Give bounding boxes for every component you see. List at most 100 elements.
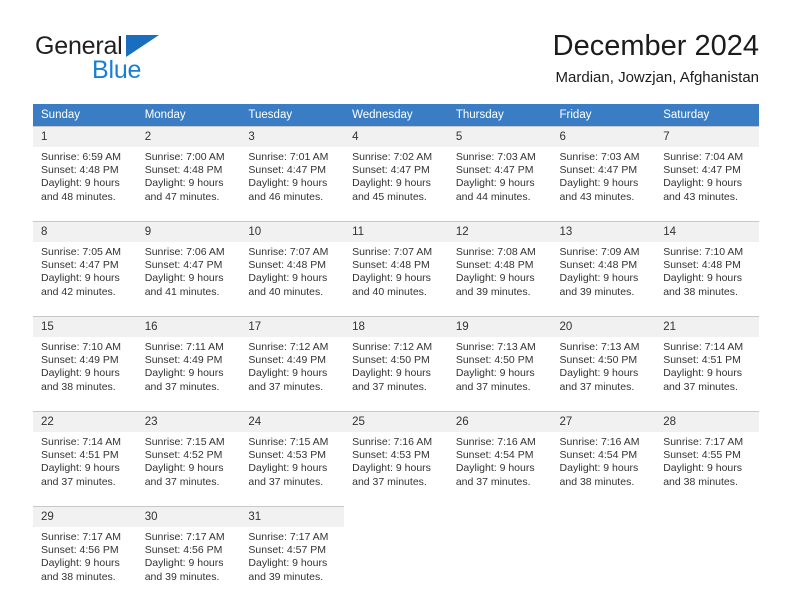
day-number: 24 <box>240 412 345 432</box>
daylight-text-line2: and 38 minutes. <box>41 380 116 393</box>
calendar-cell: 19 Sunrise: 7:13 AM Sunset: 4:50 PM Dayligh… <box>447 316 552 400</box>
daylight-text-line1: Daylight: 9 hours <box>663 367 743 380</box>
daylight-text-line2: and 37 minutes. <box>248 475 324 488</box>
day-cell[interactable]: 21 Sunrise: 7:14 AM Sunset: 4:51 PM Dayligh… <box>655 316 759 400</box>
sunrise-text: Sunrise: 7:10 AM <box>41 341 121 353</box>
day-cell[interactable]: 4 Sunrise: 7:02 AM Sunset: 4:47 PM Daylight… <box>344 126 448 210</box>
day-cell-empty <box>551 506 656 590</box>
weekday-header-sunday: Sunday <box>33 104 137 126</box>
day-cell[interactable]: 20 Sunrise: 7:13 AM Sunset: 4:50 PM Dayligh… <box>551 316 656 400</box>
calendar-cell: 30 Sunrise: 7:17 AM Sunset: 4:56 PM Dayligh… <box>136 506 241 590</box>
calendar-cell: 12 Sunrise: 7:08 AM Sunset: 4:48 PM Dayligh… <box>447 221 552 305</box>
daylight-text-line1: Daylight: 9 hours <box>663 462 743 475</box>
weekday-header-row: Sunday Monday Tuesday Wednesday Thursday… <box>33 104 759 126</box>
day-cell[interactable]: 19 Sunrise: 7:13 AM Sunset: 4:50 PM Dayligh… <box>447 316 552 400</box>
calendar-week-row: 15 Sunrise: 7:10 AM Sunset: 4:49 PM Dayligh… <box>33 316 759 400</box>
day-details: Sunrise: 7:16 AM Sunset: 4:53 PM Daylight:… <box>344 432 448 489</box>
day-cell[interactable]: 15 Sunrise: 7:10 AM Sunset: 4:49 PM Dayligh… <box>33 316 137 400</box>
day-number: 19 <box>447 317 552 337</box>
day-cell[interactable]: 9 Sunrise: 7:06 AM Sunset: 4:47 PM Daylight… <box>136 221 241 305</box>
sunset-text: Sunset: 4:48 PM <box>144 164 223 177</box>
calendar-cell: 11 Sunrise: 7:07 AM Sunset: 4:48 PM Dayligh… <box>344 221 448 305</box>
day-cell-empty <box>655 506 759 590</box>
day-cell[interactable]: 1 Sunrise: 6:59 AM Sunset: 4:48 PM Daylight… <box>33 126 137 210</box>
day-cell[interactable]: 28 Sunrise: 7:17 AM Sunset: 4:55 PM Dayligh… <box>655 411 759 495</box>
daylight-text-line2: and 37 minutes. <box>352 475 427 488</box>
day-cell[interactable]: 25 Sunrise: 7:16 AM Sunset: 4:53 PM Dayligh… <box>344 411 448 495</box>
day-details: Sunrise: 7:11 AM Sunset: 4:49 PM Daylight:… <box>137 337 241 394</box>
sunrise-text: Sunrise: 7:12 AM <box>248 341 329 353</box>
day-details: Sunrise: 7:10 AM Sunset: 4:49 PM Daylight:… <box>33 337 137 394</box>
sunrise-text: Sunrise: 7:17 AM <box>663 436 744 448</box>
week-separator <box>33 305 759 316</box>
day-cell[interactable]: 23 Sunrise: 7:15 AM Sunset: 4:52 PM Dayligh… <box>136 411 241 495</box>
day-number: 10 <box>240 222 345 242</box>
day-details: Sunrise: 7:17 AM Sunset: 4:55 PM Daylight:… <box>655 432 759 489</box>
day-cell[interactable]: 24 Sunrise: 7:15 AM Sunset: 4:53 PM Dayligh… <box>240 411 345 495</box>
sunset-text: Sunset: 4:48 PM <box>663 259 741 272</box>
day-cell[interactable]: 7 Sunrise: 7:04 AM Sunset: 4:47 PM Daylight… <box>655 126 759 210</box>
day-number: 27 <box>551 412 656 432</box>
day-number <box>448 506 552 526</box>
day-cell[interactable]: 18 Sunrise: 7:12 AM Sunset: 4:50 PM Dayligh… <box>344 316 448 400</box>
daylight-text-line2: and 37 minutes. <box>455 475 531 488</box>
day-number: 17 <box>240 317 345 337</box>
day-cell[interactable]: 27 Sunrise: 7:16 AM Sunset: 4:54 PM Dayligh… <box>551 411 656 495</box>
day-details: Sunrise: 7:04 AM Sunset: 4:47 PM Daylight:… <box>655 147 759 204</box>
sunset-text: Sunset: 4:47 PM <box>352 164 430 177</box>
day-cell[interactable]: 8 Sunrise: 7:05 AM Sunset: 4:47 PM Daylight… <box>33 221 137 305</box>
daylight-text-line2: and 38 minutes. <box>41 570 116 583</box>
day-cell[interactable]: 29 Sunrise: 7:17 AM Sunset: 4:56 PM Dayligh… <box>33 506 137 590</box>
day-number: 8 <box>33 222 137 242</box>
day-cell[interactable]: 31 Sunrise: 7:17 AM Sunset: 4:57 PM Dayligh… <box>240 506 345 590</box>
day-cell[interactable]: 11 Sunrise: 7:07 AM Sunset: 4:48 PM Dayligh… <box>344 221 448 305</box>
daylight-text-line2: and 39 minutes. <box>559 285 635 298</box>
calendar-cell: 25 Sunrise: 7:16 AM Sunset: 4:53 PM Dayligh… <box>344 411 448 495</box>
day-details: Sunrise: 7:05 AM Sunset: 4:47 PM Daylight:… <box>33 242 137 299</box>
day-cell[interactable]: 10 Sunrise: 7:07 AM Sunset: 4:48 PM Dayligh… <box>240 221 345 305</box>
daylight-text-line1: Daylight: 9 hours <box>41 272 120 285</box>
calendar-cell: 7 Sunrise: 7:04 AM Sunset: 4:47 PM Daylight… <box>655 126 759 210</box>
day-cell[interactable]: 2 Sunrise: 7:00 AM Sunset: 4:48 PM Daylight… <box>136 126 241 210</box>
daylight-text-line1: Daylight: 9 hours <box>41 462 120 475</box>
day-number: 30 <box>136 507 241 527</box>
day-details: Sunrise: 7:03 AM Sunset: 4:47 PM Daylight:… <box>448 147 552 204</box>
sunrise-text: Sunrise: 7:14 AM <box>663 341 744 353</box>
daylight-text-line1: Daylight: 9 hours <box>144 462 224 475</box>
daylight-text-line2: and 37 minutes. <box>41 475 116 488</box>
day-details: Sunrise: 7:03 AM Sunset: 4:47 PM Daylight:… <box>552 147 656 204</box>
day-cell[interactable]: 30 Sunrise: 7:17 AM Sunset: 4:56 PM Dayligh… <box>136 506 241 590</box>
day-details: Sunrise: 7:10 AM Sunset: 4:48 PM Daylight:… <box>655 242 759 299</box>
sunset-text: Sunset: 4:48 PM <box>41 164 119 177</box>
day-details: Sunrise: 7:06 AM Sunset: 4:47 PM Daylight:… <box>137 242 241 299</box>
calendar-cell <box>655 506 759 590</box>
day-cell[interactable]: 12 Sunrise: 7:08 AM Sunset: 4:48 PM Dayligh… <box>447 221 552 305</box>
sunset-text: Sunset: 4:57 PM <box>248 544 327 557</box>
day-details: Sunrise: 7:02 AM Sunset: 4:47 PM Daylight:… <box>344 147 448 204</box>
daylight-text-line1: Daylight: 9 hours <box>352 367 431 380</box>
day-number: 6 <box>551 127 656 147</box>
day-cell[interactable]: 14 Sunrise: 7:10 AM Sunset: 4:48 PM Dayligh… <box>655 221 759 305</box>
sunrise-text: Sunrise: 7:16 AM <box>352 436 433 448</box>
day-cell[interactable]: 22 Sunrise: 7:14 AM Sunset: 4:51 PM Dayligh… <box>33 411 137 495</box>
day-number: 15 <box>33 317 137 337</box>
day-cell[interactable]: 17 Sunrise: 7:12 AM Sunset: 4:49 PM Dayligh… <box>240 316 345 400</box>
day-cell[interactable]: 13 Sunrise: 7:09 AM Sunset: 4:48 PM Dayligh… <box>551 221 656 305</box>
day-number <box>344 506 448 526</box>
daylight-text-line1: Daylight: 9 hours <box>455 462 535 475</box>
calendar-cell: 22 Sunrise: 7:14 AM Sunset: 4:51 PM Dayligh… <box>33 411 137 495</box>
day-details: Sunrise: 7:09 AM Sunset: 4:48 PM Daylight:… <box>552 242 656 299</box>
day-cell[interactable]: 16 Sunrise: 7:11 AM Sunset: 4:49 PM Dayligh… <box>136 316 241 400</box>
day-cell[interactable]: 26 Sunrise: 7:16 AM Sunset: 4:54 PM Dayligh… <box>447 411 552 495</box>
day-cell[interactable]: 6 Sunrise: 7:03 AM Sunset: 4:47 PM Daylight… <box>551 126 656 210</box>
sunset-text: Sunset: 4:47 PM <box>663 164 741 177</box>
daylight-text-line1: Daylight: 9 hours <box>559 177 639 190</box>
sunrise-text: Sunrise: 7:04 AM <box>663 151 744 163</box>
week-separator-cell <box>33 400 759 411</box>
day-cell[interactable]: 3 Sunrise: 7:01 AM Sunset: 4:47 PM Daylight… <box>240 126 345 210</box>
daylight-text-line2: and 37 minutes. <box>248 380 324 393</box>
calendar-cell: 17 Sunrise: 7:12 AM Sunset: 4:49 PM Dayligh… <box>240 316 345 400</box>
daylight-text-line1: Daylight: 9 hours <box>663 272 743 285</box>
calendar-cell: 26 Sunrise: 7:16 AM Sunset: 4:54 PM Dayligh… <box>447 411 552 495</box>
day-cell[interactable]: 5 Sunrise: 7:03 AM Sunset: 4:47 PM Daylight… <box>447 126 552 210</box>
